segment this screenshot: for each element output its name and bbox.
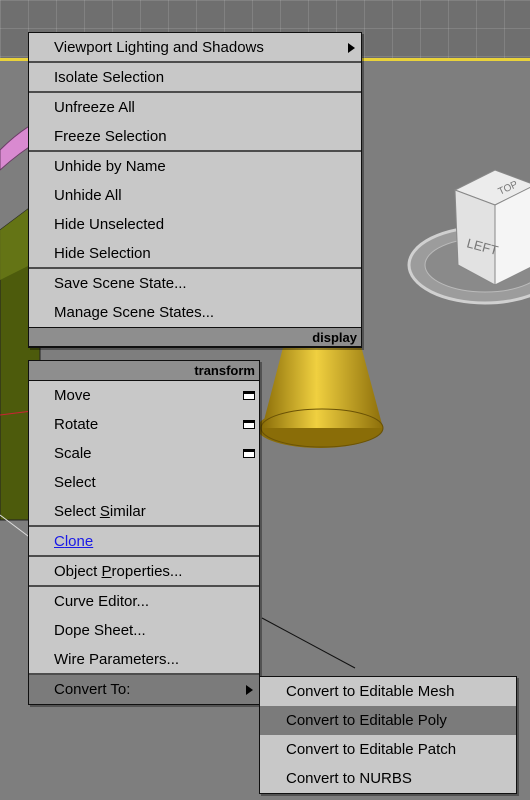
menu-item-label-pre: Select (54, 503, 100, 520)
submenu-arrow-icon (246, 685, 253, 695)
menu-item-convert-editable-mesh[interactable]: Convert to Editable Mesh (260, 677, 516, 706)
menu-item-label-post: lone (64, 533, 94, 550)
menu-item-viewport-lighting[interactable]: Viewport Lighting and Shadows (29, 33, 361, 63)
menu-item-move[interactable]: Move (29, 381, 259, 410)
menu-item-mnemonic: C (54, 533, 65, 550)
menu-item-unfreeze-all[interactable]: Unfreeze All (29, 93, 361, 122)
submenu-arrow-icon (348, 43, 355, 53)
menu-item-label: Viewport Lighting and Shadows (54, 39, 264, 56)
menu-item-convert-nurbs[interactable]: Convert to NURBS (260, 764, 516, 793)
menu-item-scale[interactable]: Scale (29, 439, 259, 468)
menu-item-object-properties[interactable]: Object Properties... (29, 557, 259, 587)
options-box-icon[interactable] (243, 420, 255, 429)
menu-item-wire-parameters[interactable]: Wire Parameters... (29, 645, 259, 675)
convert-to-submenu: Convert to Editable Mesh Convert to Edit… (259, 676, 517, 794)
menu-item-dope-sheet[interactable]: Dope Sheet... (29, 616, 259, 645)
menu-item-save-scene-state[interactable]: Save Scene State... (29, 269, 361, 298)
viewport[interactable]: TOP LEFT Viewport Lighting and Shadows I… (0, 0, 530, 800)
menu-item-hide-selection[interactable]: Hide Selection (29, 239, 361, 269)
menu-item-clone[interactable]: Clone (29, 527, 259, 557)
menu-item-rotate[interactable]: Rotate (29, 410, 259, 439)
options-box-icon[interactable] (243, 449, 255, 458)
menu-item-select[interactable]: Select (29, 468, 259, 497)
menu-item-select-similar[interactable]: Select Similar (29, 497, 259, 527)
menu-item-hide-unselected[interactable]: Hide Unselected (29, 210, 361, 239)
menu-item-label-pre: Object (54, 563, 102, 580)
display-section-header: display (29, 327, 361, 347)
menu-item-label: Rotate (54, 416, 99, 433)
options-box-icon[interactable] (243, 391, 255, 400)
menu-item-curve-editor[interactable]: Curve Editor... (29, 587, 259, 616)
transform-section-header: transform (29, 361, 259, 381)
menu-item-mnemonic: S (99, 503, 110, 520)
menu-item-label: Convert To: (54, 681, 131, 698)
display-quad-menu: Viewport Lighting and Shadows Isolate Se… (28, 32, 362, 348)
transform-quad-menu: transform Move Rotate Scale Select Selec… (28, 360, 260, 705)
menu-item-isolate-selection[interactable]: Isolate Selection (29, 63, 361, 93)
menu-item-convert-to[interactable]: Convert To: (29, 675, 259, 704)
menu-item-label: Move (54, 387, 91, 404)
menu-item-freeze-selection[interactable]: Freeze Selection (29, 122, 361, 152)
menu-item-convert-editable-poly[interactable]: Convert to Editable Poly (260, 706, 516, 735)
menu-item-convert-editable-patch[interactable]: Convert to Editable Patch (260, 735, 516, 764)
viewcube[interactable]: TOP LEFT (407, 169, 530, 305)
menu-item-unhide-all[interactable]: Unhide All (29, 181, 361, 210)
menu-item-manage-scene-states[interactable]: Manage Scene States... (29, 298, 361, 327)
menu-item-mnemonic: P (101, 563, 112, 580)
menu-item-unhide-by-name[interactable]: Unhide by Name (29, 152, 361, 181)
menu-item-label-post: imilar (109, 503, 146, 520)
menu-item-label-post: roperties... (111, 563, 183, 580)
menu-item-label: Scale (54, 445, 92, 462)
